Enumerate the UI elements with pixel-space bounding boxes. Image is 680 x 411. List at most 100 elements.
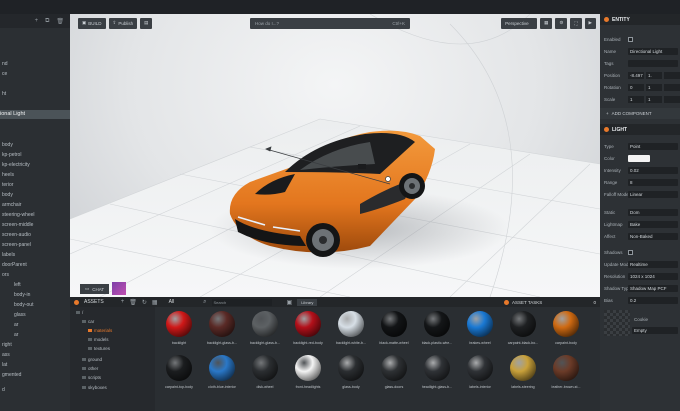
number-input[interactable]: [664, 83, 680, 91]
hierarchy-item[interactable]: ional Light: [0, 110, 70, 119]
publish-button[interactable]: ⇪ Publish: [108, 17, 138, 29]
launch-button[interactable]: ▶: [584, 17, 596, 29]
material-asset[interactable]: cloth-blue-interior: [201, 355, 243, 399]
folder-item[interactable]: materials: [88, 327, 112, 335]
light-section-header[interactable]: LIGHT: [600, 124, 680, 135]
material-asset[interactable]: black-plastic-whe...: [416, 311, 458, 355]
material-asset[interactable]: backlight-glass-b...: [244, 311, 286, 355]
library-button[interactable]: Library: [297, 298, 318, 306]
material-asset[interactable]: disk-wheel: [244, 355, 286, 399]
hierarchy-item[interactable]: d: [0, 386, 70, 395]
folder-item[interactable]: other: [82, 365, 98, 373]
text-field[interactable]: Realtime: [628, 260, 678, 268]
text-field[interactable]: Non-Baked: [628, 232, 678, 240]
scene-viewport[interactable]: ▣ BUILD ⇪ Publish ▤ How do I...? Ctrl+K …: [70, 14, 600, 297]
material-asset[interactable]: backlight-red-body: [287, 311, 329, 355]
hierarchy-item[interactable]: armchair: [0, 201, 70, 210]
number-input[interactable]: 1: [646, 95, 662, 103]
layers-button[interactable]: ▦: [540, 17, 553, 29]
settings-button[interactable]: ⚙: [555, 17, 568, 29]
refresh-icon[interactable]: ↻: [142, 299, 147, 306]
material-asset[interactable]: backlight-white-b...: [330, 311, 372, 355]
cookie-asset-field[interactable]: Empty: [632, 326, 678, 334]
hierarchy-item[interactable]: gmented: [0, 371, 70, 380]
hierarchy-item[interactable]: body: [0, 191, 70, 200]
material-asset[interactable]: labels-interior: [459, 355, 501, 399]
hierarchy-item[interactable]: kp-petrol: [0, 151, 70, 160]
help-search-input[interactable]: How do I...? Ctrl+K: [250, 17, 410, 29]
user-avatar[interactable]: [112, 282, 126, 295]
text-field[interactable]: 1024 x 1024: [628, 272, 678, 280]
hierarchy-item[interactable]: ce: [0, 70, 70, 79]
hierarchy-item[interactable]: left: [0, 281, 70, 290]
folder-item[interactable]: scripts: [82, 374, 101, 382]
number-input[interactable]: 1.: [646, 71, 662, 79]
hierarchy-item[interactable]: ar: [0, 331, 70, 340]
hierarchy-item[interactable]: ass: [0, 351, 70, 360]
material-asset[interactable]: backlight: [158, 311, 200, 355]
color-swatch[interactable]: [628, 154, 650, 162]
material-asset[interactable]: carpaint-body: [545, 311, 587, 355]
material-asset[interactable]: carpaint-top-body: [158, 355, 200, 399]
hierarchy-item[interactable]: [0, 18, 70, 27]
asset-tasks-header[interactable]: ASSET TASKS 0: [500, 297, 600, 307]
text-field[interactable]: Point: [628, 142, 678, 150]
hierarchy-item[interactable]: screen-middle: [0, 221, 70, 230]
number-input[interactable]: -8.497: [628, 71, 644, 79]
material-asset[interactable]: leather-brown-st...: [545, 355, 587, 399]
hierarchy-item[interactable]: doorParent: [0, 261, 70, 270]
hierarchy-item[interactable]: screen-panel: [0, 241, 70, 250]
hierarchy-item[interactable]: heels: [0, 171, 70, 180]
number-input[interactable]: 1: [628, 95, 644, 103]
text-field[interactable]: Linear: [628, 190, 678, 198]
asset-search-input[interactable]: Search: [211, 298, 272, 306]
folder-item[interactable]: skyboxes: [82, 384, 107, 392]
folder-item[interactable]: /: [76, 309, 83, 317]
text-field[interactable]: Bake: [628, 220, 678, 228]
text-field[interactable]: 0.02: [628, 166, 678, 174]
hierarchy-item[interactable]: right: [0, 341, 70, 350]
hierarchy-item[interactable]: kp-electricity: [0, 161, 70, 170]
cookie-preview[interactable]: [604, 310, 630, 336]
hierarchy-item[interactable]: body: [0, 141, 70, 150]
folder-item[interactable]: car: [82, 318, 94, 326]
entity-section-header[interactable]: ENTITY: [600, 14, 680, 25]
build-button[interactable]: ▣ BUILD: [78, 17, 106, 29]
hierarchy-item[interactable]: nd: [0, 60, 70, 69]
fullscreen-button[interactable]: ⛶: [570, 17, 582, 29]
hierarchy-item[interactable]: ar: [0, 321, 70, 330]
material-asset[interactable]: brakes-wheel: [459, 311, 501, 355]
hierarchy-item[interactable]: body-in: [0, 291, 70, 300]
material-asset[interactable]: headlight-glass-b...: [416, 355, 458, 399]
folder-item[interactable]: models: [88, 336, 109, 344]
hierarchy-item[interactable]: labels: [0, 251, 70, 260]
checkbox[interactable]: [628, 249, 633, 255]
text-field[interactable]: Directional Light: [628, 47, 678, 55]
material-asset[interactable]: glass-body: [330, 355, 372, 399]
filter-select[interactable]: All: [169, 299, 175, 305]
material-asset[interactable]: labels-steering: [502, 355, 544, 399]
material-asset[interactable]: black-matte-wheel: [373, 311, 415, 355]
text-field[interactable]: 8: [628, 178, 678, 186]
text-field[interactable]: Shadow Map PCF: [628, 284, 678, 292]
material-asset[interactable]: glass-doors: [373, 355, 415, 399]
checkbox[interactable]: [628, 36, 633, 42]
hierarchy-item[interactable]: steering-wheel: [0, 211, 70, 220]
text-field[interactable]: 0.2: [628, 296, 678, 304]
material-asset[interactable]: front-headlights: [287, 355, 329, 399]
delete-asset-icon[interactable]: 🗑: [129, 299, 137, 306]
chat-button[interactable]: ▭ CHAT: [80, 284, 110, 294]
hierarchy-item[interactable]: body-out: [0, 301, 70, 310]
number-input[interactable]: 0: [628, 83, 644, 91]
camera-select[interactable]: Perspective: [501, 17, 538, 29]
hierarchy-item[interactable]: ht: [0, 90, 70, 99]
hierarchy-item[interactable]: ors: [0, 271, 70, 280]
hierarchy-item[interactable]: lat: [0, 361, 70, 370]
text-field[interactable]: Dom: [628, 208, 678, 216]
material-asset[interactable]: carpaint-black-bo...: [502, 311, 544, 355]
number-input[interactable]: 1: [646, 83, 662, 91]
hierarchy-item[interactable]: glass: [0, 311, 70, 320]
scene-canvas[interactable]: [70, 14, 600, 297]
add-component-button[interactable]: + ADD COMPONENT: [600, 108, 680, 119]
folder-item[interactable]: textures: [88, 345, 110, 353]
